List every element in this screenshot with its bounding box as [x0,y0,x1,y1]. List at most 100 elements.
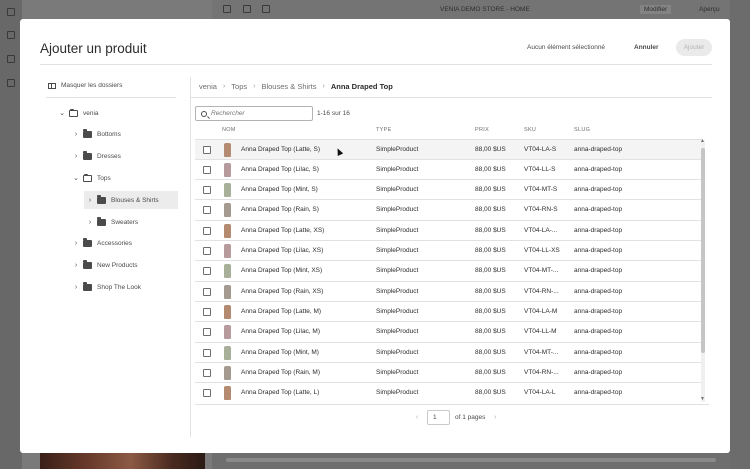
tree-item[interactable]: › Accessories [72,235,170,253]
chevron-right-icon: › [322,83,325,90]
row-checkbox[interactable] [203,206,211,215]
row-checkbox[interactable] [203,287,211,296]
cell-sku: VT04-RN-... [524,368,559,376]
row-checkbox[interactable] [203,368,211,377]
column-header-name[interactable]: NOM [222,127,236,133]
product-thumbnail [224,244,231,258]
breadcrumb-item[interactable]: Blouses & Shirts [261,82,316,91]
cell-name: Anna Draped Top (Latte, S) [241,145,321,153]
tree-item[interactable]: › Bottoms [72,126,170,144]
product-thumbnail [224,304,231,319]
dialog-header-divider [40,64,712,65]
cell-type: SimpleProduct [376,287,419,295]
table-row[interactable]: Anna Draped Top (Rain, S) SimpleProduct 88… [195,199,703,219]
previous-page-icon[interactable]: ‹ [412,414,422,421]
row-checkbox[interactable] [203,267,211,276]
cell-name: Anna Draped Top (Mint, XS) [241,267,323,275]
row-checkbox[interactable] [203,307,211,316]
cell-type: SimpleProduct [376,348,419,356]
table-row[interactable]: Anna Draped Top (Mint, S) SimpleProduct 88… [195,179,703,199]
chevron-right-icon[interactable]: › [86,219,94,226]
table-row[interactable]: Anna Draped Top (Latte, L) SimpleProduct 8… [195,382,703,402]
chevron-right-icon[interactable]: › [72,240,80,247]
page-number-input[interactable]: 1 [427,410,450,425]
cell-slug: anna-draped-top [574,348,623,356]
background-photo [40,452,205,469]
product-table: NOM TYPE PRIX SKU SLUG Anna Draped Top (… [195,123,709,404]
cell-name: Anna Draped Top (Lilac, XS) [241,247,324,254]
add-button[interactable]: Ajouter [676,39,712,56]
table-row[interactable]: Anna Draped Top (Rain, M) SimpleProduct 88… [195,361,703,382]
tree-item[interactable]: › New Products [72,257,170,275]
scroll-up-icon[interactable]: ▲ [700,138,705,144]
chevron-right-icon[interactable]: › [72,153,80,160]
chevron-right-icon[interactable]: › [72,131,80,138]
breadcrumb-item[interactable]: venia [199,82,217,91]
search-input[interactable] [211,110,306,117]
table-row[interactable]: Anna Draped Top (Mint, XS) SimpleProduct 8… [195,260,703,280]
chevron-right-icon[interactable]: › [72,284,80,291]
cell-price: 88,00 $US [475,328,506,336]
chevron-down-icon[interactable]: ⌄ [72,174,80,182]
cell-price: 88,00 $US [475,368,506,376]
row-checkbox[interactable] [203,348,211,357]
table-row[interactable]: Anna Draped Top (Lilac, M) SimpleProduct 8… [195,321,703,341]
cell-name: Anna Draped Top (Latte, L) [241,389,320,397]
row-checkbox[interactable] [203,389,211,398]
tree-item[interactable]: › Shop The Look [72,278,170,296]
row-checkbox[interactable] [203,328,211,337]
column-header-slug[interactable]: SLUG [574,127,590,133]
sidebar-toggle-icon [48,82,56,89]
table-row[interactable]: Anna Draped Top (Lilac, XS) SimpleProduct… [195,240,703,260]
background-scrollbar [226,458,716,462]
search-icon [201,110,207,117]
product-thumbnail [224,345,231,360]
cell-price: 88,00 $US [475,389,506,397]
table-row[interactable]: Anna Draped Top (Mint, M) SimpleProduct 88… [195,341,703,362]
scroll-down-icon[interactable]: ▼ [700,396,705,402]
row-checkbox[interactable] [203,186,211,195]
row-checkbox[interactable] [203,145,211,154]
cell-type: SimpleProduct [376,226,419,234]
table-row[interactable]: Anna Draped Top (Lilac, S) SimpleProduct 8… [195,158,703,179]
table-scrollbar-thumb[interactable] [701,148,705,353]
chevron-right-icon[interactable]: › [72,262,80,269]
row-checkbox[interactable] [203,247,211,255]
tree-item[interactable]: › Sweaters [86,213,170,231]
column-header-price[interactable]: PRIX [475,127,489,133]
edit-mode-button: Modifier [640,5,672,14]
chevron-down-icon[interactable]: ⌄ [58,109,66,117]
cancel-button[interactable]: Annuler [627,39,666,56]
hide-folders-toggle[interactable]: Masquer les dossiers [48,82,122,89]
row-checkbox[interactable] [203,226,211,235]
breadcrumb-item[interactable]: Tops [231,82,247,91]
row-checkbox[interactable] [203,165,211,174]
tree-divider [46,97,176,98]
table-row[interactable]: Anna Draped Top (Latte, S) SimpleProduct 8… [195,138,703,159]
next-page-icon[interactable]: › [490,414,500,421]
table-row[interactable]: Anna Draped Top (Latte, M) SimpleProduct 8… [195,300,703,321]
folder-icon [83,238,92,248]
search-field[interactable] [195,106,313,121]
cell-sku: VT04-RN-... [524,287,559,295]
column-header-sku[interactable]: SKU [524,127,536,133]
cell-slug: anna-draped-top [574,145,623,153]
tree-item-label: Accessories [97,240,133,248]
column-header-type[interactable]: TYPE [376,127,392,133]
background-right-panel [730,0,750,469]
tree-item[interactable]: ⌄ venia [58,104,170,122]
chevron-right-icon[interactable]: › [86,197,94,204]
layers-icon [7,79,15,87]
tree-item[interactable]: › Dresses [72,148,170,166]
tree-item-label: Sweaters [111,218,139,226]
result-count: 1-16 sur 16 [317,110,350,117]
table-row[interactable]: Anna Draped Top (Latte, XS) SimpleProduct… [195,219,703,240]
cell-type: SimpleProduct [376,145,419,153]
folder-icon [97,216,106,226]
tree-item[interactable]: › Blouses & Shirts [84,191,178,210]
tree-item[interactable]: ⌄ Tops [72,169,170,187]
properties-icon [243,5,251,13]
hide-folders-label: Masquer les dossiers [61,82,123,89]
cell-price: 88,00 $US [475,348,506,356]
table-row[interactable]: Anna Draped Top (Rain, XS) SimpleProduct 8… [195,280,703,301]
